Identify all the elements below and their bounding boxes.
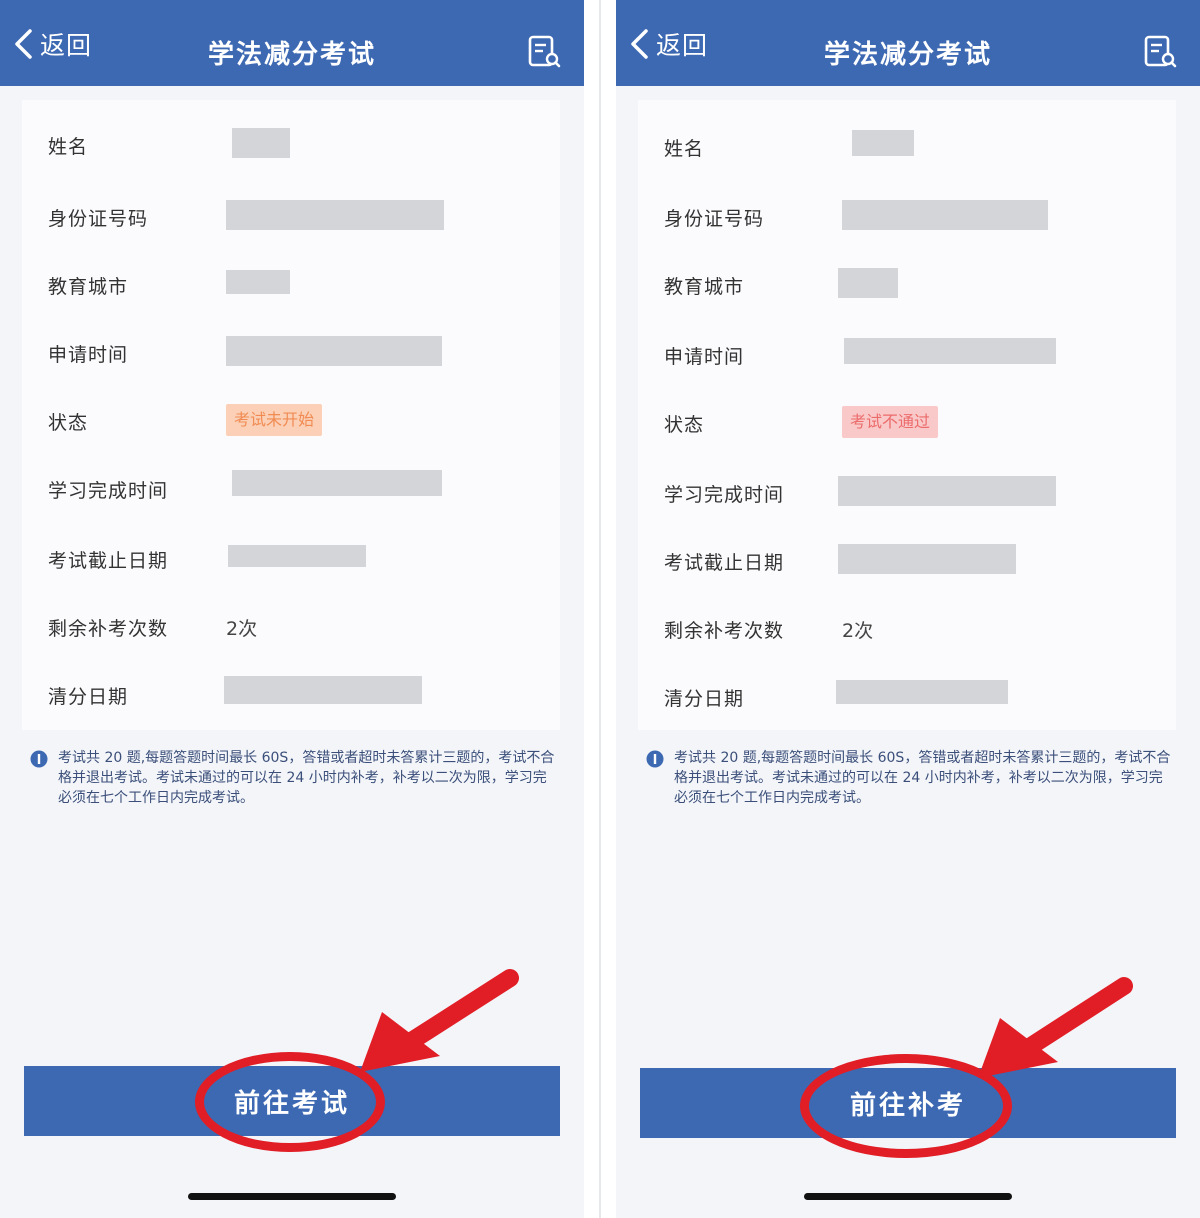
field-label: 教育城市 [48,276,129,298]
field-label: 状态 [48,412,89,434]
redacted-value [232,128,290,158]
field-row-city: 教育城市 [22,264,560,304]
field-label: 申请时间 [48,344,129,366]
field-row-city: 教育城市 [638,264,1176,304]
field-row-remaining-makeup: 剩余补考次数 2次 [22,606,560,646]
document-search-icon[interactable] [1142,34,1178,70]
redacted-value [844,338,1056,364]
go-to-makeup-exam-button[interactable]: 前往补考 [640,1068,1176,1138]
exam-info-card: 姓名 身份证号码 教育城市 申请时间 状态 考试不通过 学习完成时间 考试截止日… [638,100,1176,730]
field-label: 剩余补考次数 [664,620,785,642]
field-row-name: 姓名 [638,126,1176,166]
field-label: 清分日期 [664,688,745,710]
nav-bar: 返回 学法减分考试 [616,0,1200,86]
document-search-icon[interactable] [526,34,562,70]
redacted-value [838,476,1056,506]
exam-info-card: 姓名 身份证号码 教育城市 申请时间 状态 考试未开始 学习完成时间 考试截止日… [22,100,560,730]
nav-bar: 返回 学法减分考试 [0,0,584,86]
redacted-value [232,470,442,496]
field-row-id-number: 身份证号码 [22,196,560,236]
field-row-apply-time: 申请时间 [22,332,560,372]
redacted-value [838,544,1016,574]
field-row-status: 状态 考试不通过 [638,402,1176,442]
field-row-name: 姓名 [22,124,560,164]
field-row-study-done-time: 学习完成时间 [638,472,1176,512]
notice-text: 考试共 20 题,每题答题时间最长 60S，答错或者超时未答累计三题的，考试不合… [58,750,555,806]
field-label: 状态 [664,414,705,436]
field-row-clear-date: 清分日期 [22,674,560,714]
annotation-arrow-icon [360,969,519,1072]
status-badge: 考试不通过 [842,406,939,438]
redacted-value [836,680,1008,704]
field-row-id-number: 身份证号码 [638,196,1176,236]
field-label: 姓名 [664,138,705,160]
remaining-makeup-value: 2次 [842,620,874,642]
field-label: 身份证号码 [48,208,149,230]
field-label: 学习完成时间 [664,484,785,506]
remaining-makeup-value: 2次 [226,618,258,640]
field-label: 剩余补考次数 [48,618,169,640]
field-row-status: 状态 考试未开始 [22,400,560,440]
field-label: 教育城市 [664,276,745,298]
redacted-value [228,545,366,567]
field-label: 申请时间 [664,346,745,368]
phone-screen-right: 返回 学法减分考试 姓名 身份证号码 教育城市 申请时间 状态 考试不通过 学习… [616,0,1200,1218]
home-indicator [804,1193,1012,1200]
go-to-exam-button[interactable]: 前往考试 [24,1066,560,1136]
redacted-value [226,336,442,366]
field-row-exam-deadline: 考试截止日期 [22,538,560,578]
field-label: 姓名 [48,136,89,158]
field-row-exam-deadline: 考试截止日期 [638,540,1176,580]
info-icon [646,750,664,768]
field-label: 学习完成时间 [48,480,169,502]
phone-screen-left: 返回 学法减分考试 姓名 身份证号码 教育城市 申请时间 状态 考试未开始 学习… [0,0,584,1218]
field-label: 考试截止日期 [664,552,785,574]
redacted-value [842,200,1048,230]
notice-text: 考试共 20 题,每题答题时间最长 60S，答错或者超时未答累计三题的，考试不合… [674,750,1171,806]
home-indicator [188,1193,396,1200]
page-title: 学法减分考试 [823,40,992,70]
redacted-value [852,130,914,156]
field-row-remaining-makeup: 剩余补考次数 2次 [638,608,1176,648]
field-row-apply-time: 申请时间 [638,334,1176,374]
field-label: 考试截止日期 [48,550,169,572]
redacted-value [226,200,444,230]
redacted-value [838,268,898,298]
status-badge: 考试未开始 [226,404,323,436]
field-label: 身份证号码 [664,208,765,230]
info-icon [30,750,48,768]
page-title: 学法减分考试 [207,40,376,70]
field-row-clear-date: 清分日期 [638,676,1176,716]
screenshot-divider [599,0,601,1218]
field-row-study-done-time: 学习完成时间 [22,468,560,508]
field-label: 清分日期 [48,686,129,708]
redacted-value [224,676,422,704]
redacted-value [226,270,290,294]
